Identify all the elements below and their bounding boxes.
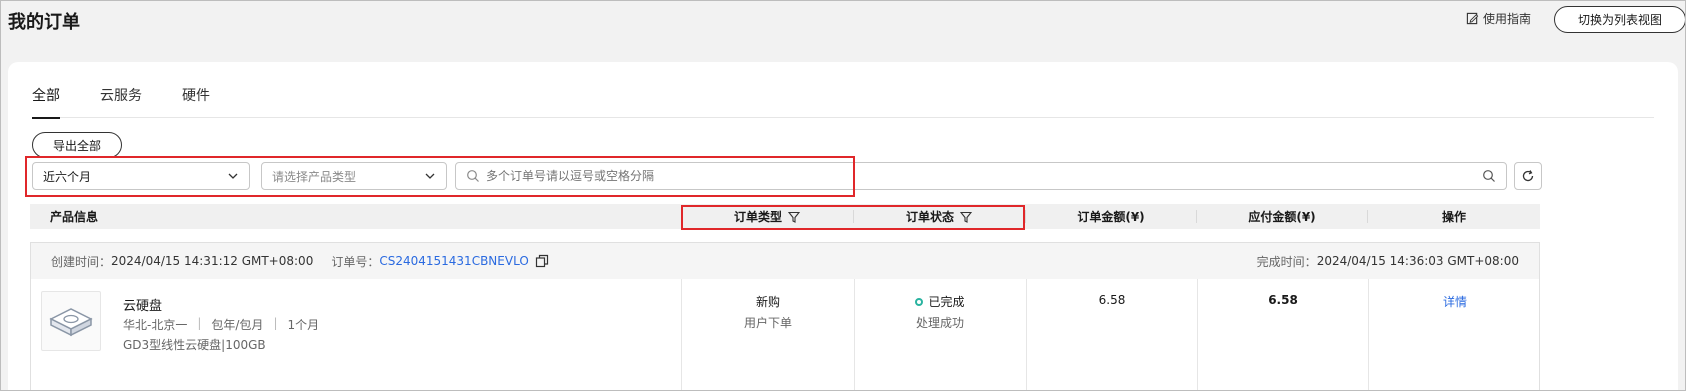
payable-cell: 6.58 [1198, 293, 1368, 307]
detail-link[interactable]: 详情 [1443, 295, 1467, 309]
guide-link[interactable]: 使用指南 [1466, 10, 1531, 27]
order-no-label: 订单号： [331, 254, 380, 269]
order-type-sub: 用户下单 [743, 316, 792, 330]
refresh-icon [1522, 170, 1534, 182]
order-type: 新购 [755, 295, 780, 309]
tab-bar: 全部 云服务 硬件 [32, 86, 1654, 119]
search-icon[interactable] [1482, 169, 1496, 183]
order-item: 创建时间： 2024/04/15 14:31:12 GMT+08:00 订单号：… [30, 242, 1540, 391]
copy-icon[interactable] [535, 254, 549, 268]
product-duration: 1个月 [287, 318, 320, 332]
cell-divider [681, 279, 682, 391]
highlight-box-columns [681, 205, 1025, 230]
meta-divider: | [197, 316, 202, 330]
col-actions: 操作 [1441, 210, 1466, 224]
order-status-cell: 已完成 处理成功 [855, 293, 1025, 331]
export-all-button[interactable]: 导出全部 [32, 132, 122, 158]
col-product-info: 产品信息 [50, 210, 99, 224]
meta-divider: | [273, 316, 278, 330]
order-header: 创建时间： 2024/04/15 14:31:12 GMT+08:00 订单号：… [31, 243, 1539, 279]
order-amount: 6.58 [1098, 293, 1126, 307]
page-title: 我的订单 [8, 12, 80, 33]
product-billing: 包年/包月 [211, 318, 264, 332]
order-no-link[interactable]: CS2404151431CBNEVLO [379, 254, 528, 268]
tab-all[interactable]: 全部 [32, 86, 60, 119]
status-text: 已完成 [928, 295, 965, 309]
finished-time: 2024/04/15 14:36:03 GMT+08:00 [1316, 254, 1519, 268]
highlight-box-filters [25, 156, 855, 197]
guide-label: 使用指南 [1483, 12, 1532, 26]
created-time-label: 创建时间： [51, 254, 112, 269]
status-sub: 处理成功 [915, 316, 964, 330]
product-name: 云硬盘 [123, 299, 163, 314]
order-body: 云硬盘 华北-北京一 | 包年/包月 | 1个月 GD3型线性云硬盘|100GB… [31, 279, 1539, 391]
col-order-amount: 订单金额(¥) [1077, 210, 1145, 224]
status-dot-icon [915, 297, 924, 306]
product-meta: 华北-北京一 | 包年/包月 | 1个月 [123, 316, 319, 333]
payable-amount: 6.58 [1268, 293, 1298, 307]
col-payable-amount: 应付金额(¥) [1248, 210, 1316, 224]
tab-hardware[interactable]: 硬件 [182, 86, 210, 118]
tab-cloud-services[interactable]: 云服务 [100, 86, 142, 118]
product-spec: GD3型线性云硬盘|100GB [123, 338, 266, 352]
order-type-cell: 新购 用户下单 [683, 293, 853, 331]
product-region: 华北-北京一 [123, 318, 188, 332]
edit-note-icon [1466, 12, 1479, 25]
action-cell: 详情 [1369, 293, 1541, 310]
product-thumbnail [41, 291, 101, 351]
finished-time-label: 完成时间： [1256, 254, 1317, 269]
amount-cell: 6.58 [1027, 293, 1197, 307]
refresh-button[interactable] [1514, 162, 1542, 190]
status-badge: 已完成 [855, 293, 1025, 310]
created-time: 2024/04/15 14:31:12 GMT+08:00 [111, 254, 314, 268]
switch-view-button[interactable]: 切换为列表视图 [1554, 6, 1686, 33]
finished-time-group: 完成时间： 2024/04/15 14:36:03 GMT+08:00 [1257, 243, 1519, 279]
disk-icon [49, 308, 93, 337]
